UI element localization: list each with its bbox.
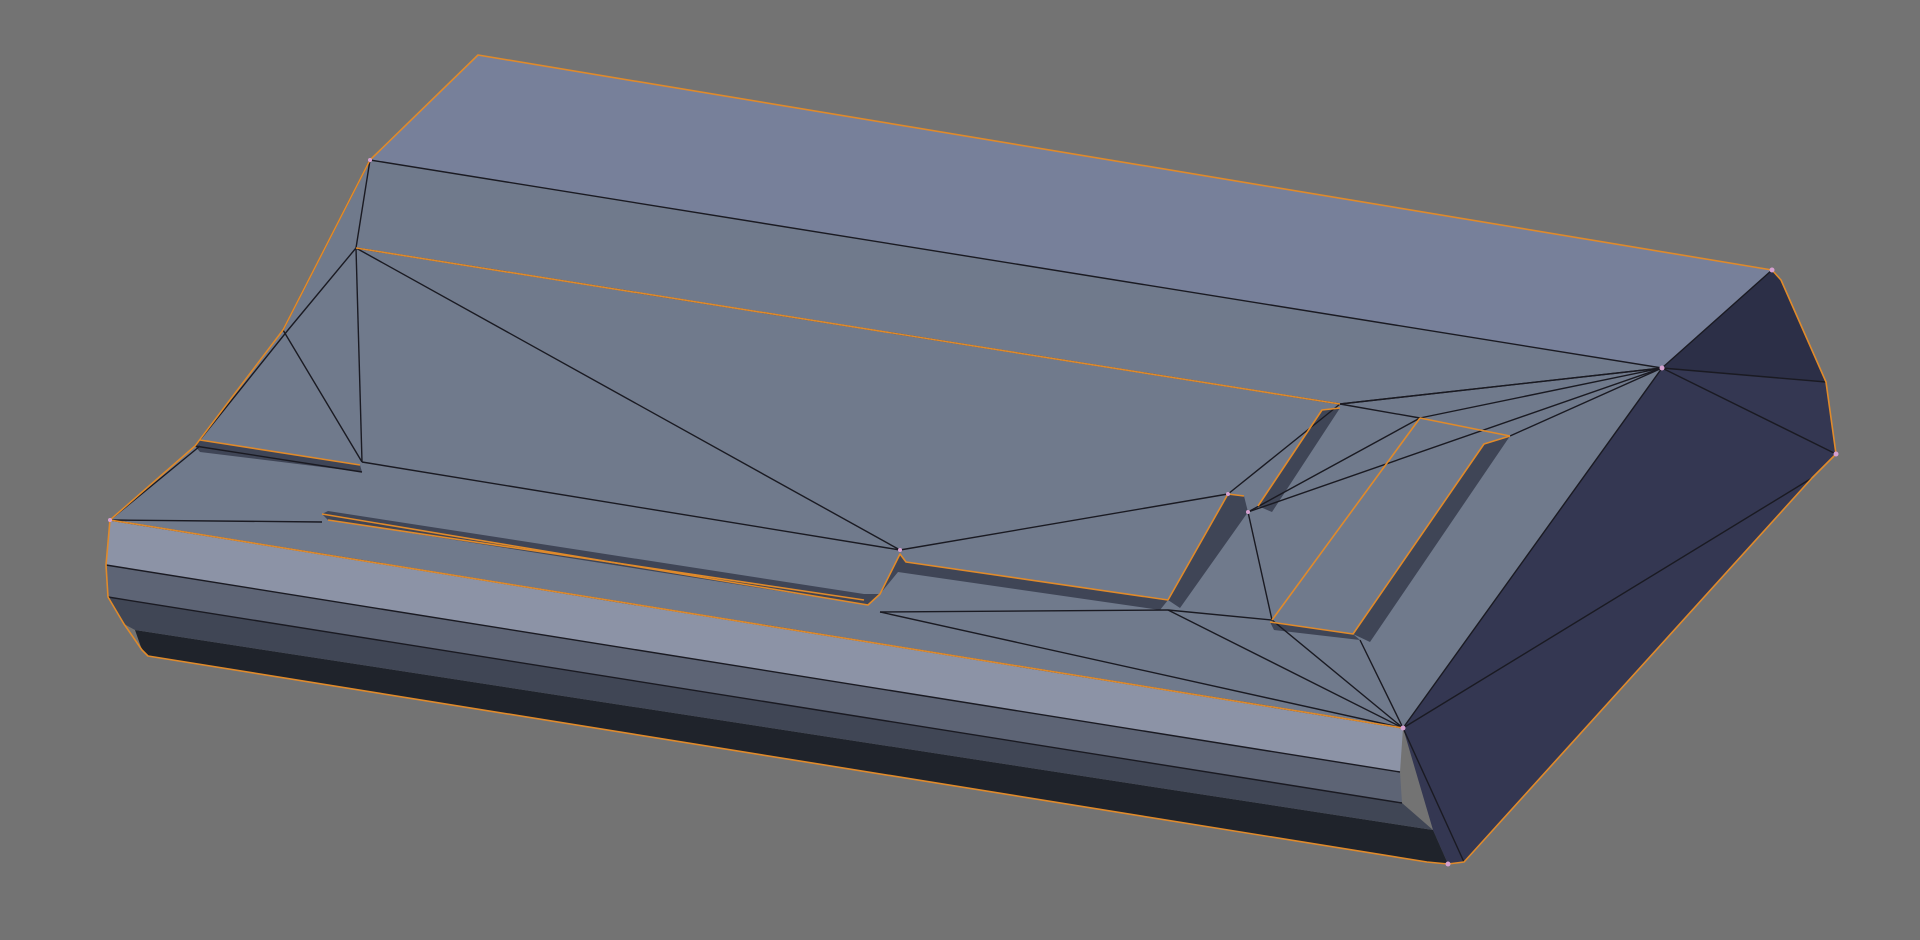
3d-viewport[interactable] bbox=[0, 0, 1920, 940]
vertex bbox=[1833, 451, 1839, 457]
vertex bbox=[368, 158, 372, 162]
vertex bbox=[1226, 492, 1230, 496]
mesh-canvas[interactable] bbox=[0, 0, 1920, 940]
vertex bbox=[1246, 510, 1250, 514]
vertex bbox=[1445, 861, 1451, 867]
vertex bbox=[108, 518, 112, 522]
vertex bbox=[1400, 725, 1406, 731]
vertex bbox=[1659, 365, 1665, 371]
vertex bbox=[898, 548, 902, 552]
mesh-faces bbox=[106, 55, 1836, 864]
vertex bbox=[1769, 267, 1775, 273]
